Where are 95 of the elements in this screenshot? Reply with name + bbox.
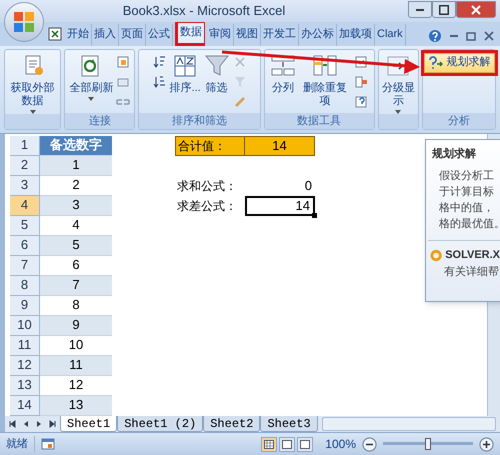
row-header[interactable]: 8	[10, 276, 40, 296]
normal-view-button[interactable]	[261, 436, 278, 452]
zoom-level: 100%	[325, 436, 356, 454]
office-logo-icon	[13, 11, 35, 33]
group-label: 数据工具	[264, 112, 374, 129]
ribbon-button[interactable]: 全部刷新	[69, 52, 114, 113]
tooltip-text: 假设分析工 于计算目标 格中的值， 格的最优值。	[438, 169, 500, 232]
table-cell[interactable]: 0	[245, 176, 315, 196]
sheet-tab[interactable]: Sheet2	[203, 416, 260, 432]
table-cell: 8	[40, 296, 112, 316]
macro-record-icon	[41, 438, 55, 450]
horizontal-scrollbar[interactable]	[322, 417, 496, 432]
pen-icon	[232, 94, 247, 109]
table-cell: 备选数字	[40, 136, 112, 156]
ribbon-button[interactable]: 排序...	[170, 52, 201, 113]
solver-button[interactable]: 规划求解	[424, 52, 495, 73]
table-cell: 2	[40, 176, 112, 196]
maximize-button[interactable]	[432, 1, 456, 18]
row-header[interactable]: 10	[10, 316, 40, 336]
help-icon	[428, 28, 442, 43]
table-cell-text: 求和公式：	[176, 178, 238, 195]
maximize-icon	[439, 4, 449, 14]
restore-icon	[466, 30, 476, 41]
table-cell: 1	[40, 156, 112, 176]
tooltip-link[interactable]: SOLVER.X	[445, 247, 500, 264]
row-header[interactable]: 3	[10, 176, 40, 196]
close-icon	[484, 30, 494, 41]
last-sheet-icon	[48, 420, 56, 428]
ribbon-button[interactable]: 删除重复项	[299, 52, 352, 113]
table-cell: 7	[40, 276, 112, 296]
zoom-slider[interactable]	[383, 438, 473, 450]
table-cell: 11	[40, 356, 112, 376]
sheet-tab[interactable]: Sheet3	[260, 416, 318, 432]
row-header[interactable]: 12	[10, 356, 40, 376]
sort-down-icon	[152, 74, 167, 89]
close-button[interactable]	[456, 1, 496, 18]
clear-icon	[232, 54, 247, 69]
table-cell[interactable]: 14	[245, 136, 315, 156]
previous-sheet-icon	[22, 420, 30, 428]
question-icon	[354, 94, 368, 109]
row-header[interactable]: 4	[10, 196, 40, 216]
table-cell: 合计值：	[175, 136, 245, 156]
group-label: 连接	[65, 112, 134, 129]
group-label: 排序和筛选	[139, 112, 260, 129]
minimize-button[interactable]	[408, 1, 432, 18]
group-label-background	[5, 114, 60, 129]
table-cell[interactable]: 14	[245, 196, 315, 216]
row-header[interactable]: 2	[10, 156, 40, 176]
table-cell: 13	[40, 396, 112, 416]
row-header[interactable]: 13	[10, 376, 40, 396]
sheet-tab[interactable]: Sheet1 (2)	[117, 416, 204, 432]
row-header[interactable]: 7	[10, 256, 40, 276]
ribbon-button[interactable]: 获取外部数据	[7, 52, 58, 114]
table-cell: 10	[40, 336, 112, 356]
first-sheet-icon	[9, 420, 17, 428]
zoom-out-icon	[362, 436, 377, 452]
close-icon	[471, 4, 481, 14]
next-sheet-icon	[35, 420, 43, 428]
ribbon-button[interactable]: 分列	[270, 52, 296, 113]
ribbon-button[interactable]: 筛选	[204, 52, 230, 113]
merge-icon	[354, 74, 368, 89]
status-text: 就绪	[6, 436, 35, 452]
tooltip-help-text: 有关详细帮	[443, 264, 500, 280]
table-cell: 6	[40, 256, 112, 276]
sheet-tab[interactable]: Sheet1	[60, 416, 118, 432]
fill-handle[interactable]	[312, 212, 317, 218]
table-cell: 9	[40, 316, 112, 336]
page-layout-button[interactable]	[279, 436, 296, 452]
minimize-icon	[450, 34, 458, 37]
row-header[interactable]: 14	[10, 396, 40, 416]
slider-thumb[interactable]	[425, 438, 431, 450]
row-header[interactable]: 6	[10, 236, 40, 256]
table-cell: 3	[40, 196, 112, 216]
page-break-button[interactable]	[297, 436, 314, 452]
sort-up-icon	[152, 54, 167, 69]
minimize-icon	[416, 8, 424, 10]
office-button[interactable]	[4, 2, 44, 42]
table-cell-text: 求差公式：	[176, 198, 238, 215]
filter-icon	[232, 74, 247, 89]
row-header[interactable]: 1	[10, 136, 40, 156]
solver-icon	[428, 56, 444, 70]
table-cell: 12	[40, 376, 112, 396]
table-cell: 4	[40, 216, 112, 236]
row-header[interactable]: 5	[10, 216, 40, 236]
tooltip-title: 规划求解	[430, 146, 477, 162]
zoom-in-icon	[479, 436, 494, 452]
group-label-background	[378, 114, 418, 129]
table-cell: 5	[40, 236, 112, 256]
quick-access-icon	[48, 26, 62, 41]
small-page-icon	[116, 54, 130, 69]
window-title: Book3.xlsx - Microsoft Excel	[122, 2, 286, 20]
row-header[interactable]: 11	[10, 336, 40, 356]
group-label: 分析	[423, 112, 496, 129]
sort-grid-icon	[172, 52, 198, 79]
row-header[interactable]: 9	[10, 296, 40, 316]
